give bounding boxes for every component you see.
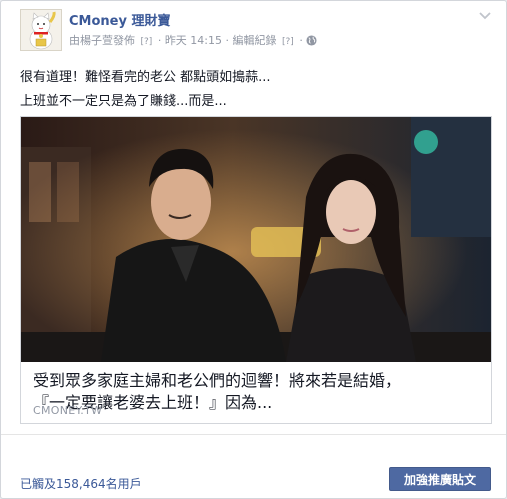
lucky-cat-avatar-icon [21,10,61,50]
footer-divider [1,434,506,435]
globe-icon[interactable] [306,35,317,46]
link-preview-image[interactable] [21,117,491,362]
page-name-link[interactable]: CMoney 理財寶 [69,10,170,29]
post-meta: 由楊子萱發佈 [?] · 昨天 14:15 · 編輯紀錄 [?] · [69,32,317,48]
posted-by[interactable]: 由楊子萱發佈 [69,34,135,47]
separator: · [299,34,303,47]
post-text-line: 很有道理！難怪看完的老公 都點頭如搗蒜... [20,70,271,85]
post-time[interactable]: 昨天 14:15 [165,34,222,47]
separator: · [225,34,230,47]
reach-count-link[interactable]: 已觸及158,464名用戶 [20,475,142,492]
post-card: CMoney 理財寶 由楊子萱發佈 [?] · 昨天 14:15 · 編輯紀錄 … [0,0,507,499]
link-domain: CMONEY.TW [33,404,103,417]
help-link[interactable]: [?] [282,37,294,47]
link-title-line: 受到眾多家庭主婦和老公們的迴響！將來若是結婚， [33,371,402,390]
chevron-down-icon[interactable] [478,11,492,21]
boost-post-button[interactable]: 加強推廣貼文 [389,467,491,491]
separator: · [157,34,162,47]
post-text-line: 上班並不一定只是為了賺錢...而是... [20,94,227,109]
edit-history-link[interactable]: 編輯紀錄 [233,34,277,47]
page-avatar[interactable] [20,9,62,51]
help-link[interactable]: [?] [141,37,153,47]
link-preview-card[interactable]: 受到眾多家庭主婦和老公們的迴響！將來若是結婚， 『一定要讓老婆去上班！』因為..… [20,116,492,424]
